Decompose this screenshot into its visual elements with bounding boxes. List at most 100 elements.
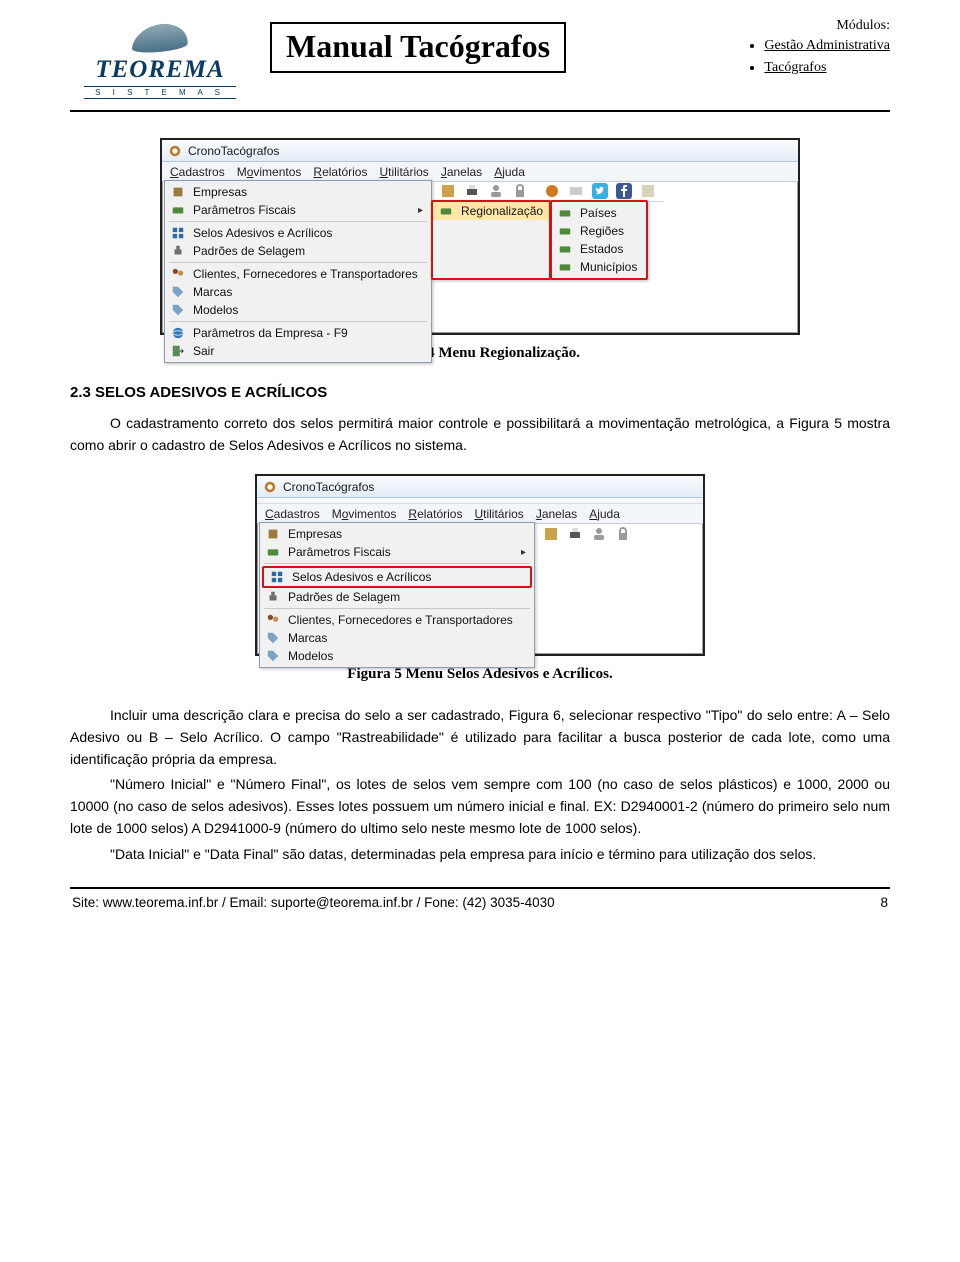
- submenu-regionalizacao: Regionalização ▸: [431, 200, 551, 280]
- toolbar-icon[interactable]: [640, 183, 656, 199]
- menu-item-sair[interactable]: Sair: [165, 342, 431, 360]
- submenu-regiao-list: Países Regiões Estados Municípios: [550, 200, 648, 280]
- twitter-icon[interactable]: [592, 183, 608, 199]
- toolbar-icon[interactable]: [568, 183, 584, 199]
- toolbar: [432, 180, 664, 202]
- window-title: CronoTacógrafos: [283, 480, 374, 494]
- lock-gray-icon[interactable]: [512, 183, 528, 199]
- tag-icon: [171, 285, 185, 299]
- menu-ajuda[interactable]: Ajuda: [494, 165, 525, 179]
- user-gray-icon[interactable]: [488, 183, 504, 199]
- card-icon: [266, 545, 280, 559]
- menu-item-marcas[interactable]: Marcas: [260, 629, 534, 647]
- user-gray-icon[interactable]: [591, 526, 607, 542]
- stamp-icon: [266, 590, 280, 604]
- menu-cadastros[interactable]: Cadastros: [170, 165, 225, 179]
- facebook-icon[interactable]: [616, 183, 632, 199]
- body-paragraph-1: Incluir uma descrição clara e precisa do…: [70, 705, 890, 770]
- logo-subtext: S I S T E M A S: [84, 86, 236, 99]
- card-icon: [558, 224, 572, 238]
- screenshot-figure-5: CronoTacógrafos Cadastros Movimentos Rel…: [255, 474, 705, 656]
- card-icon: [558, 242, 572, 256]
- menu-item-selos[interactable]: Selos Adesivos e Acrílicos: [165, 224, 431, 242]
- figure-5-caption: Figura 5 Menu Selos Adesivos e Acrílicos…: [70, 666, 890, 683]
- section-2-3-heading: 2.3 SELOS ADESIVOS E ACRÍLICOS: [70, 384, 890, 401]
- menu-item-clientes[interactable]: Clientes, Fornecedores e Transportadores: [260, 611, 534, 629]
- building-icon: [266, 527, 280, 541]
- logo-text: TEOREMA: [70, 56, 250, 84]
- menu-item-parametros-empresa[interactable]: Parâmetros da Empresa - F9: [165, 324, 431, 342]
- tag-icon: [266, 631, 280, 645]
- menu-janelas[interactable]: Janelas: [441, 165, 482, 179]
- manual-title: Manual Tacógrafos: [270, 22, 566, 73]
- page-footer: Site: www.teorema.inf.br / Email: suport…: [70, 889, 890, 910]
- toolbar-icon[interactable]: [543, 526, 559, 542]
- menu-item-clientes[interactable]: Clientes, Fornecedores e Transportadores: [165, 265, 431, 283]
- lock-gray-icon[interactable]: [615, 526, 631, 542]
- module-item: Gestão Administrativa: [764, 38, 890, 54]
- grid-icon: [270, 570, 284, 584]
- menu-movimentos[interactable]: Movimentos: [237, 165, 302, 179]
- card-icon: [439, 204, 453, 218]
- menu-ajuda[interactable]: Ajuda: [589, 507, 620, 521]
- company-logo: TEOREMA S I S T E M A S: [70, 18, 250, 99]
- printer-icon[interactable]: [567, 526, 583, 542]
- app-icon: [263, 480, 277, 494]
- page-number: 8: [880, 895, 888, 910]
- menu-movimentos[interactable]: Movimentos: [332, 507, 397, 521]
- window-title: CronoTacógrafos: [188, 144, 279, 158]
- people-icon: [171, 267, 185, 281]
- building-icon: [171, 185, 185, 199]
- menu-item-empresas[interactable]: Empresas: [260, 525, 534, 543]
- footer-contact: Site: www.teorema.inf.br / Email: suport…: [72, 895, 555, 910]
- menu-relatorios[interactable]: Relatórios: [313, 165, 367, 179]
- globe-icon: [171, 326, 185, 340]
- menu-utilitarios[interactable]: Utilitários: [379, 165, 428, 179]
- dropdown-cadastros: Empresas Parâmetros Fiscais▸ Selos Adesi…: [164, 180, 432, 363]
- toolbar-icon[interactable]: [544, 183, 560, 199]
- printer-icon[interactable]: [464, 183, 480, 199]
- menu-item-marcas[interactable]: Marcas: [165, 283, 431, 301]
- chevron-right-icon: ▸: [418, 205, 423, 216]
- screenshot-figure-4: CronoTacógrafos Cadastros Movimentos Rel…: [160, 138, 800, 335]
- exit-icon: [171, 344, 185, 358]
- tag-icon: [171, 303, 185, 317]
- grid-icon: [171, 226, 185, 240]
- page-header: TEOREMA S I S T E M A S Manual Tacógrafo…: [70, 18, 890, 108]
- chevron-right-icon: ▸: [521, 547, 526, 558]
- menu-item-paises[interactable]: Países: [552, 204, 646, 222]
- modules-block: Módulos: Gestão Administrativa Tacógrafo…: [744, 18, 890, 82]
- body-paragraph-2: "Número Inicial" e "Número Final", os lo…: [70, 774, 890, 839]
- module-item: Tacógrafos: [764, 60, 890, 76]
- header-rule: [70, 110, 890, 112]
- menu-item-parametros-fiscais[interactable]: Parâmetros Fiscais▸: [165, 201, 431, 219]
- app-icon: [168, 144, 182, 158]
- section-2-3-intro: O cadastramento correto dos selos permit…: [70, 413, 890, 456]
- menu-bar: Cadastros Movimentos Relatórios Utilitár…: [257, 504, 703, 524]
- menu-item-regioes[interactable]: Regiões: [552, 222, 646, 240]
- menu-item-modelos[interactable]: Modelos: [165, 301, 431, 319]
- menu-cadastros[interactable]: Cadastros: [265, 507, 320, 521]
- menu-item-empresas[interactable]: Empresas: [165, 183, 431, 201]
- menu-item-selos[interactable]: Selos Adesivos e Acrílicos: [262, 566, 532, 588]
- modules-label: Módulos:: [744, 18, 890, 34]
- stamp-icon: [171, 244, 185, 258]
- body-paragraph-3: "Data Inicial" e "Data Final" são datas,…: [70, 844, 890, 866]
- menu-item-parametros-fiscais[interactable]: Parâmetros Fiscais▸: [260, 543, 534, 561]
- card-icon: [171, 203, 185, 217]
- people-icon: [266, 613, 280, 627]
- menu-item-modelos[interactable]: Modelos: [260, 647, 534, 665]
- window-titlebar: CronoTacógrafos: [257, 476, 703, 498]
- menu-janelas[interactable]: Janelas: [536, 507, 577, 521]
- tag-icon: [266, 649, 280, 663]
- toolbar-icon[interactable]: [440, 183, 456, 199]
- menu-utilitarios[interactable]: Utilitários: [474, 507, 523, 521]
- menu-item-municipios[interactable]: Municípios: [552, 258, 646, 276]
- menu-item-padroes-selagem[interactable]: Padrões de Selagem: [165, 242, 431, 260]
- window-titlebar: CronoTacógrafos: [162, 140, 798, 162]
- card-icon: [558, 206, 572, 220]
- menu-relatorios[interactable]: Relatórios: [408, 507, 462, 521]
- menu-item-regionalizacao[interactable]: Regionalização ▸: [433, 202, 549, 220]
- menu-item-padroes-selagem[interactable]: Padrões de Selagem: [260, 588, 534, 606]
- menu-item-estados[interactable]: Estados: [552, 240, 646, 258]
